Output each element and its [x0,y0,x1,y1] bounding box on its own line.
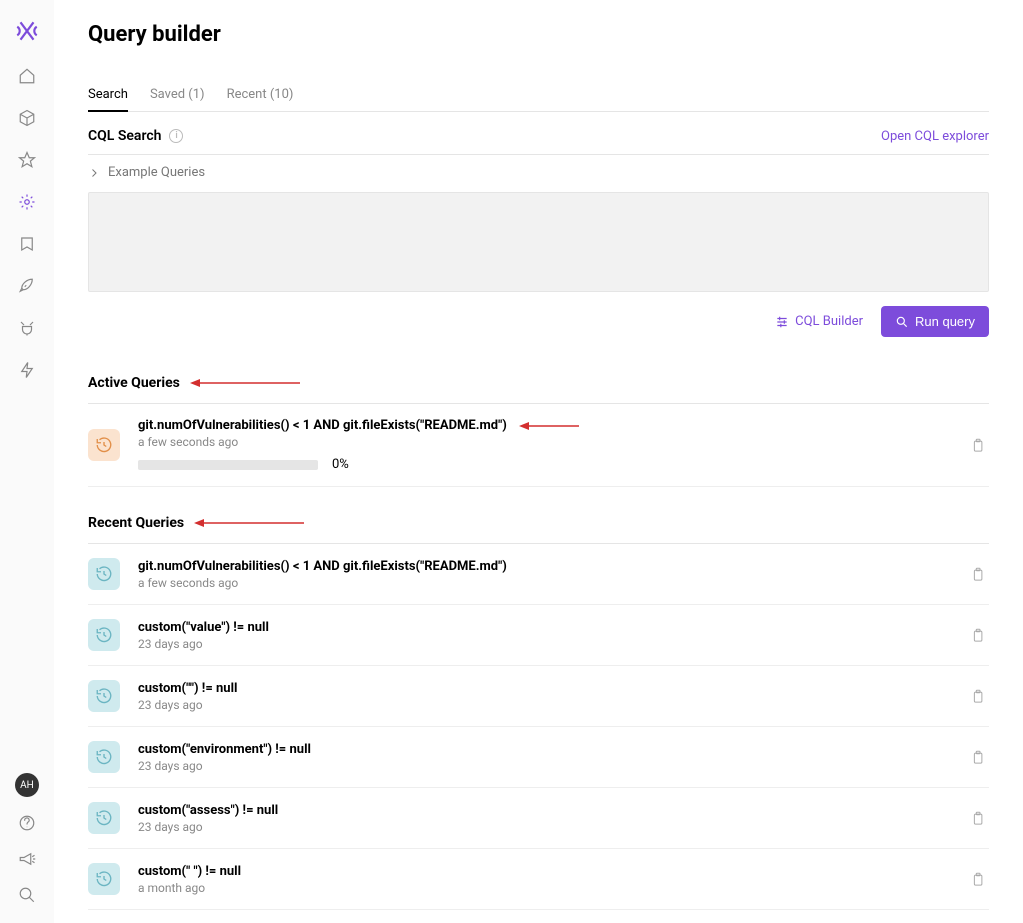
rocket-icon[interactable] [17,276,37,296]
history-icon [88,558,120,590]
clipboard-icon [970,872,985,887]
avatar-initials: AH [20,780,34,791]
history-icon [88,619,120,651]
clipboard-icon [970,811,985,826]
recent-query-time: a month ago [138,881,947,895]
progress-bar [138,460,318,470]
cql-builder-button[interactable]: CQL Builder [775,314,863,329]
open-cql-explorer-link[interactable]: Open CQL explorer [881,129,989,144]
bookmark-icon[interactable] [17,234,37,254]
tab-recent[interactable]: Recent (10) [227,87,294,111]
clipboard-icon [970,689,985,704]
history-icon [88,429,120,461]
copy-button[interactable] [965,872,989,887]
tab-saved[interactable]: Saved (1) [150,87,205,111]
recent-query-time: 23 days ago [138,698,947,712]
clipboard-icon [970,567,985,582]
recent-query-time: a few seconds ago [138,576,947,590]
recent-query-text: custom("") != null [138,681,947,696]
recent-query-time: 23 days ago [138,820,947,834]
gear-icon[interactable] [17,192,37,212]
recent-query-text: custom("value") != null [138,620,947,635]
recent-query-text: custom(" ") != null [138,864,947,879]
history-icon [88,863,120,895]
bolt-icon[interactable] [17,360,37,380]
annotation-arrow [194,519,304,527]
active-queries-header: Active Queries [88,365,989,404]
recent-query-time: 23 days ago [138,637,947,651]
clipboard-icon [970,628,985,643]
copy-button[interactable] [965,750,989,765]
active-query-row[interactable]: git.numOfVulnerabilities() < 1 AND git.f… [88,404,989,487]
run-query-button[interactable]: Run query [881,306,989,337]
history-icon [88,741,120,773]
star-icon[interactable] [17,150,37,170]
recent-query-row[interactable]: custom("value") != null 23 days ago [88,605,989,666]
cql-query-input[interactable] [88,192,989,292]
recent-query-row[interactable]: custom("assess") != null 23 days ago [88,788,989,849]
recent-query-row[interactable]: git.numOfVulnerabilities() < 1 AND git.f… [88,544,989,605]
plug-icon[interactable] [17,318,37,338]
copy-button[interactable] [965,628,989,643]
cube-icon[interactable] [17,108,37,128]
search-icon [895,315,909,329]
megaphone-icon[interactable] [17,849,37,869]
recent-query-text: custom("assess") != null [138,803,947,818]
cql-search-label: CQL Search i [88,128,183,144]
annotation-arrow [190,379,300,387]
copy-button[interactable] [965,438,989,453]
info-icon[interactable]: i [169,129,183,143]
copy-button[interactable] [965,811,989,826]
recent-query-row[interactable]: custom("environment") != null 23 days ag… [88,727,989,788]
copy-button[interactable] [965,567,989,582]
home-icon[interactable] [17,66,37,86]
tabs: Search Saved (1) Recent (10) [88,87,989,112]
active-query-text: git.numOfVulnerabilities() < 1 AND git.f… [138,418,947,433]
history-icon [88,680,120,712]
tab-search[interactable]: Search [88,87,128,112]
sliders-icon [775,315,789,329]
recent-query-time: 23 days ago [138,759,947,773]
help-icon[interactable] [17,813,37,833]
chevron-right-icon [88,167,100,179]
progress-percent: 0% [332,457,349,472]
page-title: Query builder [88,22,989,47]
recent-queries-header: Recent Queries [88,505,989,544]
recent-query-text: git.numOfVulnerabilities() < 1 AND git.f… [138,559,947,574]
logo-icon[interactable] [14,18,40,44]
search-icon[interactable] [17,885,37,905]
main-content: Query builder Search Saved (1) Recent (1… [54,0,1023,923]
clipboard-icon [970,750,985,765]
active-query-time: a few seconds ago [138,435,947,449]
recent-query-text: custom("environment") != null [138,742,947,757]
copy-button[interactable] [965,689,989,704]
clipboard-icon [970,438,985,453]
recent-query-row[interactable]: custom("") != null 23 days ago [88,666,989,727]
avatar[interactable]: AH [15,773,39,797]
example-queries-toggle[interactable]: Example Queries [88,155,989,192]
history-icon [88,802,120,834]
annotation-arrow [519,422,579,430]
sidebar: AH [0,0,54,923]
recent-query-row[interactable]: custom(" ") != null a month ago [88,849,989,910]
